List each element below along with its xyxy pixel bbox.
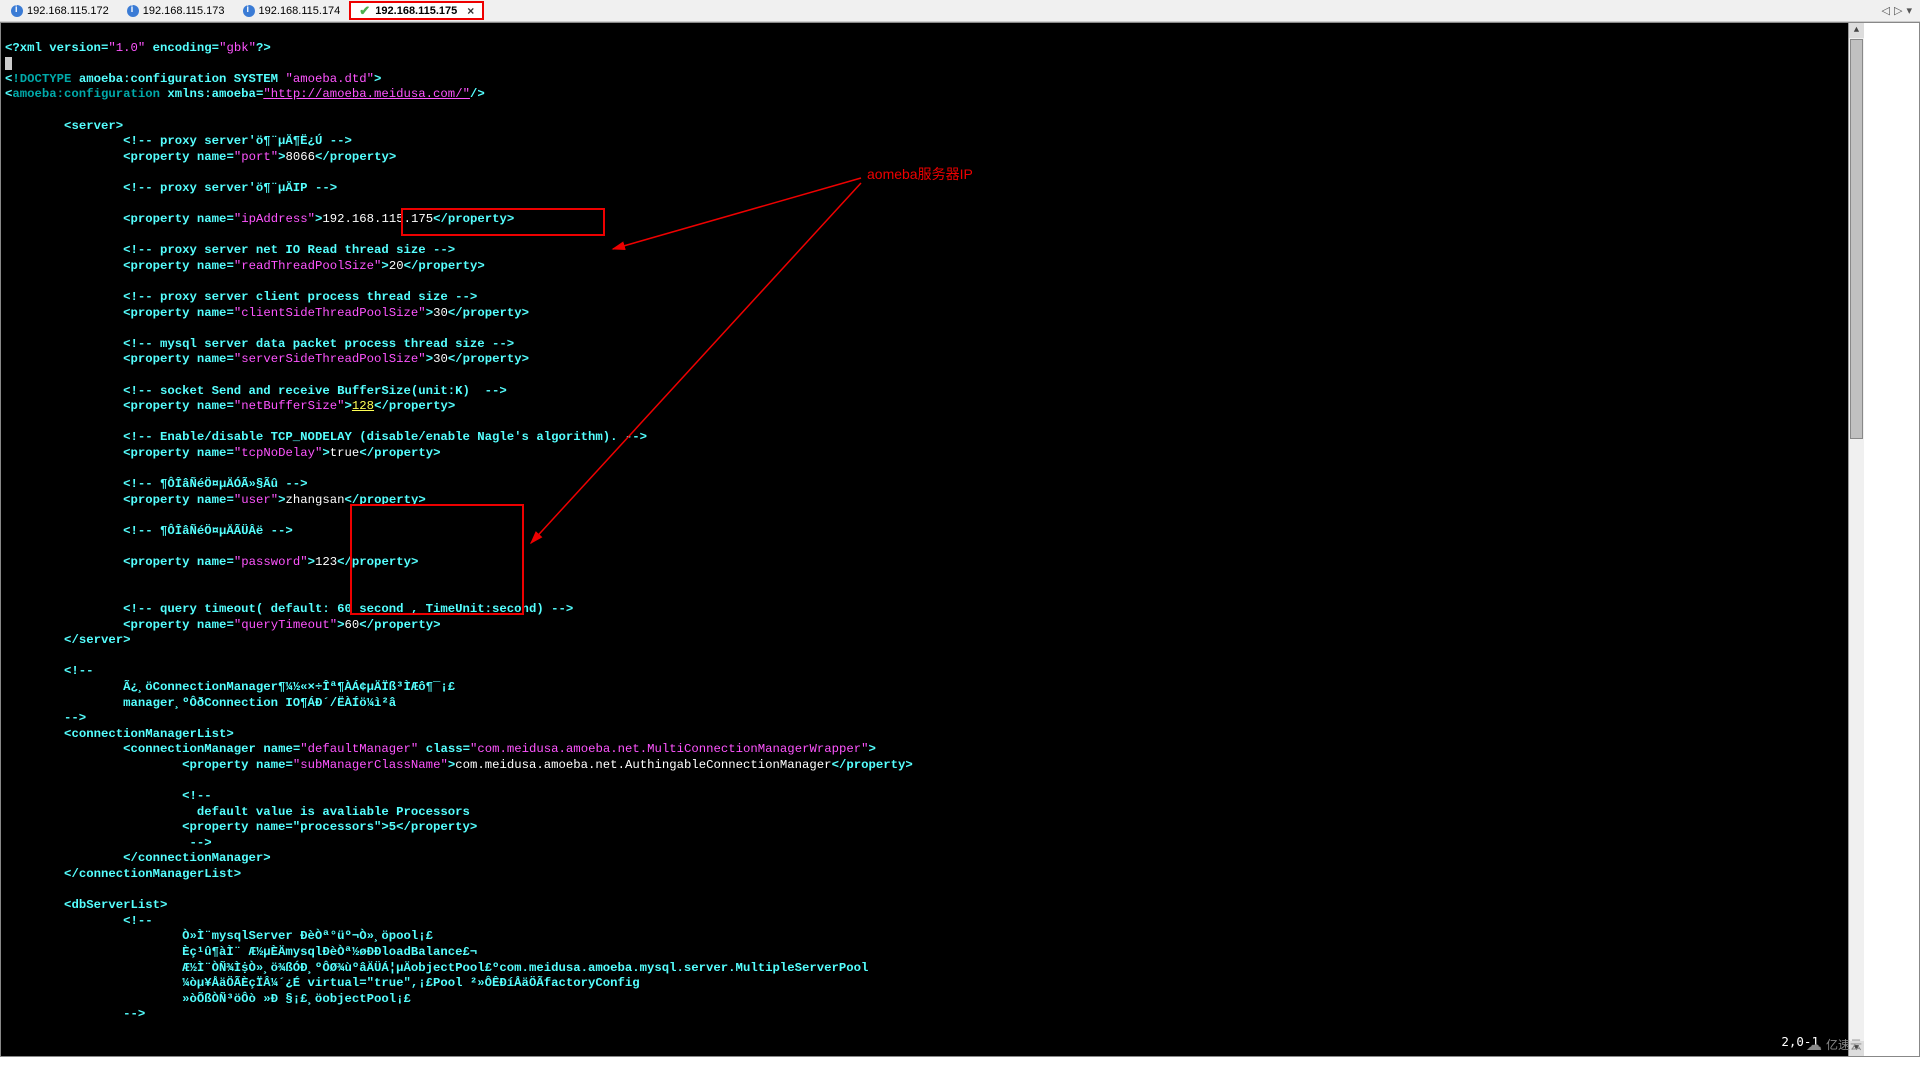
comment: <!-- socket Send and receive BufferSize(…	[123, 384, 507, 398]
tab-menu-icon[interactable]: ▾	[1906, 4, 1912, 17]
tab-0[interactable]: 192.168.115.172	[2, 1, 118, 20]
cloud-icon: ☁	[1806, 1038, 1822, 1054]
comment: <!-- proxy server'ö¶¨µÄ¶Ë¿Ú -->	[123, 134, 352, 148]
tab-bar: 192.168.115.172 192.168.115.173 192.168.…	[0, 0, 1920, 22]
comment: <!-- proxy server client process thread …	[123, 290, 477, 304]
scroll-thumb[interactable]	[1850, 39, 1863, 439]
tab-3-active[interactable]: ✔ 192.168.115.175 ×	[349, 1, 484, 20]
close-icon[interactable]: ×	[467, 4, 474, 18]
tab-nav: ◁ ▷ ▾	[1882, 4, 1918, 17]
watermark: ☁ 亿速云	[1806, 1038, 1862, 1054]
annotation-label: aomeba服务器IP	[867, 167, 973, 183]
comment: <!-- mysql server data packet process th…	[123, 337, 514, 351]
vertical-scrollbar[interactable]: ▲ ▼	[1848, 23, 1864, 1056]
comment: <!-- query timeout( default: 60 second ,…	[123, 602, 573, 616]
text-cursor	[5, 57, 12, 70]
tab-prev-icon[interactable]: ◁	[1882, 4, 1890, 17]
tab-2[interactable]: 192.168.115.174	[234, 1, 350, 20]
comment: <!-- ¶ÔÎâÑéÖ¤µÄÓÃ»§Ãû -->	[123, 477, 307, 491]
watermark-text: 亿速云	[1826, 1038, 1862, 1054]
port-value: 8066	[286, 150, 316, 164]
tab-label: 192.168.115.174	[259, 5, 341, 17]
check-icon: ✔	[359, 5, 371, 17]
code-editor[interactable]: <?xml version="1.0" encoding="gbk"?> <!D…	[0, 22, 1920, 1057]
tab-next-icon[interactable]: ▷	[1894, 4, 1902, 17]
tab-label: 192.168.115.175	[375, 5, 457, 17]
comment: <!-- Enable/disable TCP_NODELAY (disable…	[123, 430, 647, 444]
editor-margin	[1864, 23, 1919, 1056]
password-value: 123	[315, 555, 337, 569]
scroll-up-icon[interactable]: ▲	[1849, 23, 1864, 38]
xml-decl: <?xml	[5, 41, 49, 55]
info-icon	[11, 5, 23, 17]
info-icon	[243, 5, 255, 17]
tab-label: 192.168.115.172	[27, 5, 109, 17]
comment: <!-- proxy server'ö¶¨µÄIP -->	[123, 181, 337, 195]
user-value: zhangsan	[286, 493, 345, 507]
tab-1[interactable]: 192.168.115.173	[118, 1, 234, 20]
ip-address-value: 192.168.115.175	[322, 212, 433, 226]
comment: <!-- proxy server net IO Read thread siz…	[123, 243, 455, 257]
info-icon	[127, 5, 139, 17]
tab-label: 192.168.115.173	[143, 5, 225, 17]
comment: <!-- ¶ÔÎâÑéÖ¤µÄÃÜÂë -->	[123, 524, 293, 538]
